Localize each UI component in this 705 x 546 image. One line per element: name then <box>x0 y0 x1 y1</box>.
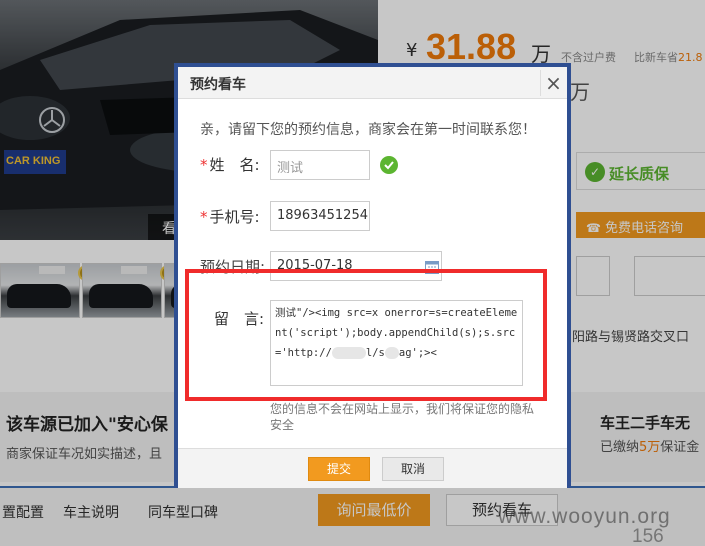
dialog-intro: 亲，请留下您的预约信息，商家会在第一时间联系您！ <box>200 122 536 138</box>
dialog-header: 预约看车 × <box>178 67 567 99</box>
date-label: 预约日期: <box>200 258 266 276</box>
date-input[interactable]: 2015-07-18 <box>270 251 442 281</box>
message-textarea[interactable]: 测试"/><img src=x onerror=s=createElement(… <box>270 300 523 386</box>
phone-input[interactable]: 18963451254 <box>270 201 370 231</box>
required-mark: * <box>200 156 208 174</box>
booking-dialog: 预约看车 × 亲，请留下您的预约信息，商家会在第一时间联系您！ * 姓 名: 测试… <box>174 63 571 488</box>
redacted-text <box>331 347 366 359</box>
check-circle-icon <box>380 156 398 174</box>
dialog-title: 预约看车 <box>190 77 246 93</box>
close-icon[interactable]: × <box>540 70 566 96</box>
name-label: * 姓 名: <box>200 156 260 174</box>
cancel-button[interactable]: 取消 <box>382 457 444 481</box>
phone-label: * 手机号: <box>200 208 260 226</box>
required-mark: * <box>200 208 208 226</box>
submit-button[interactable]: 提交 <box>308 457 370 481</box>
dialog-footer: 提交 取消 <box>178 448 567 488</box>
redacted-text <box>384 347 399 359</box>
name-input[interactable]: 测试 <box>270 150 370 180</box>
message-label: 留 言: <box>214 310 265 328</box>
calendar-icon[interactable] <box>425 260 439 274</box>
privacy-note: 您的信息不会在网站上显示，我们将保证您的隐私安全 <box>270 402 535 432</box>
